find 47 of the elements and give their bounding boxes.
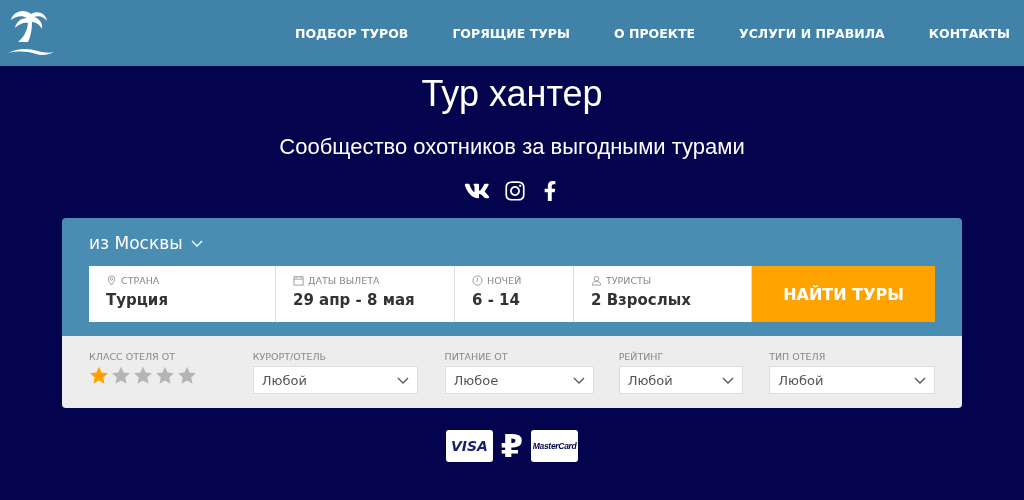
filter-label: РЕЙТИНГ [618,351,665,362]
nav-link[interactable]: ПОДБОР ТУРОВ [295,25,409,41]
nav-link[interactable]: УСЛУГИ И ПРАВИЛА [739,25,885,41]
filter-label: КЛАСС ОТЕЛЯ ОТ [89,351,176,362]
chevron-down-icon [914,376,926,384]
chevron-down-icon [572,376,585,384]
chevron-down-icon [190,239,203,247]
field-label: НОЧЕЙ [487,275,522,286]
star-icon[interactable] [177,366,197,385]
field-label: ДАТЫ ВЫЛЕТА [308,275,380,286]
filter-label: ТИП ОТЕЛЯ [769,351,827,362]
filter-select[interactable]: Любой [618,366,744,394]
field-label: ТУРИСТЫ [606,275,652,286]
chevron-down-icon [396,376,409,384]
star-icon[interactable] [111,366,131,385]
filter-select[interactable]: Любой [252,366,418,394]
instagram-icon[interactable] [504,180,526,202]
ruble-sign: ₽ [500,430,524,462]
star-icon[interactable] [89,366,109,385]
filter-label: КУРОРТ/ОТЕЛЬ [252,351,328,362]
site-title: Тур хантер [421,74,603,114]
nav-link[interactable]: О ПРОЕКТЕ [613,25,696,41]
field-value: 6 - 14 [472,291,521,309]
person-icon [591,275,602,286]
nav-link[interactable]: КОНТАКТЫ [928,25,1010,41]
search-field[interactable]: НОЧЕЙ 6 - 14 [455,266,574,322]
star-icon[interactable] [133,366,153,385]
filter-select[interactable]: Любой [769,366,935,394]
filter-label: ПИТАНИЕ ОТ [444,351,509,362]
departure-dropdown[interactable]: из Москвы [89,233,203,253]
chevron-down-icon [722,376,735,384]
field-value: 29 апр - 8 мая [293,291,416,309]
nav-link[interactable]: ГОРЯЩИЕ ТУРЫ [452,25,570,41]
site-subtitle: Сообщество охотников за выгодными турами [279,134,745,160]
field-label: СТРАНА [121,275,160,286]
field-value: 2 Взрослых [591,291,692,309]
filter-select[interactable]: Любое [444,366,594,394]
calendar-icon [293,275,304,286]
search-field[interactable]: ДАТЫ ВЫЛЕТА 29 апр - 8 мая [276,266,455,322]
mastercard-logo: MasterCard [531,430,579,462]
clock-icon [472,275,483,286]
search-field[interactable]: СТРАНА Турция [89,266,276,322]
location-pin-icon [106,275,117,286]
field-value: Турция [106,291,169,309]
search-field[interactable]: ТУРИСТЫ 2 Взрослых [574,266,752,322]
star-icon[interactable] [155,366,175,385]
visa-logo: VISA [445,430,493,462]
